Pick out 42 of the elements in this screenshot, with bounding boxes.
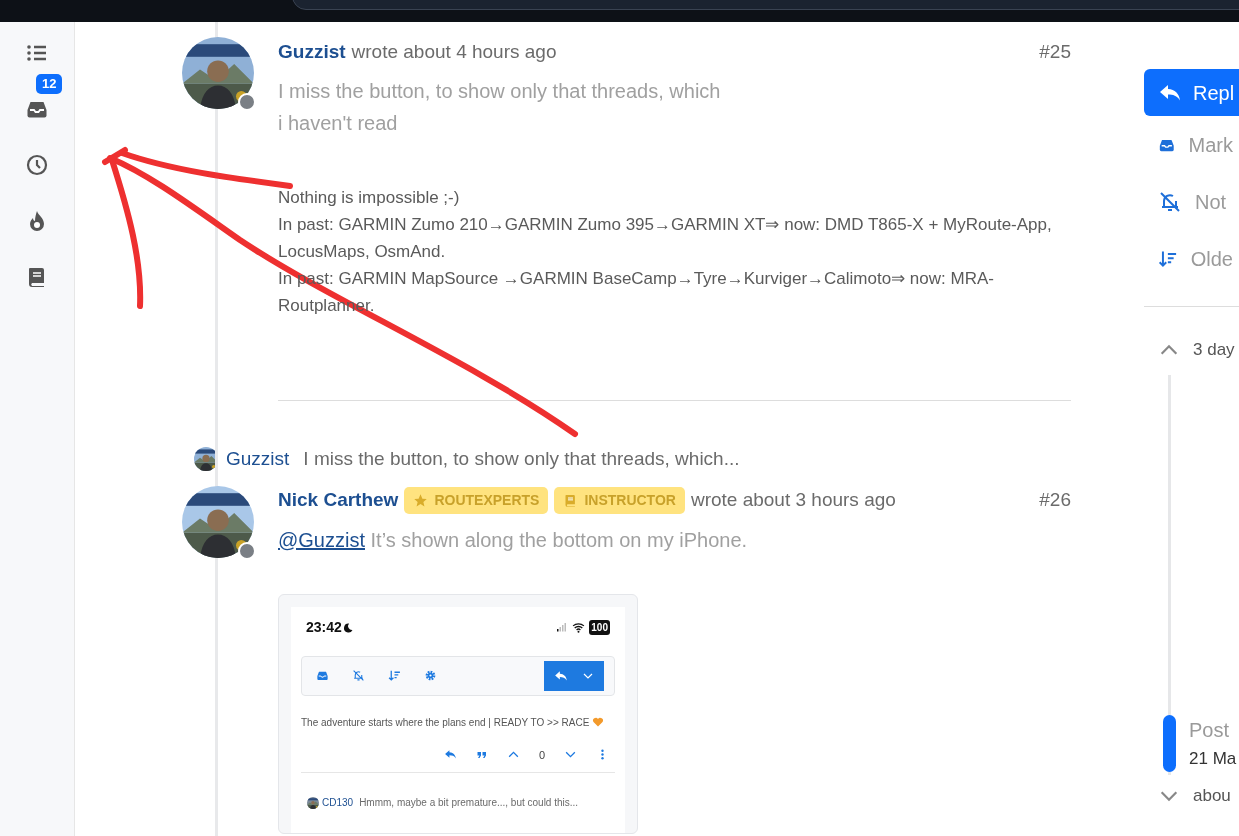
author-link[interactable]: Nick Carthew [278, 486, 399, 515]
scrubber-date: 21 Ma [1189, 747, 1237, 770]
clock-icon[interactable] [25, 153, 49, 177]
group-badge: ROUTEXPERTS [404, 487, 549, 514]
reply-preview-text: Hmmm, maybe a bit premature..., but could this... [359, 796, 579, 810]
moon-icon [341, 621, 354, 634]
signature-line: Nothing is impossible ;-) [278, 187, 461, 209]
star-icon [413, 493, 429, 508]
vote-count: 0 [538, 747, 545, 763]
heart-icon [592, 716, 605, 728]
post-meta: wrote about 4 hours ago [351, 39, 557, 64]
action-button[interactable]: Mark [1144, 116, 1239, 173]
signature-line: In past: GARMIN Zumo 210→GARMIN Zumo 395→GARMIN XT⇒ now: DMD T865-X + MyRoute-App, LocusMaps, OsmAnd. [278, 214, 1053, 263]
author-name: CD130 [322, 796, 354, 810]
bell-slash-icon [1158, 189, 1182, 214]
mention-link[interactable]: @Guzzist [278, 528, 365, 551]
post-number-link[interactable]: #25 [1039, 37, 1071, 67]
timeline-end: abou [1193, 785, 1231, 808]
inbox-icon [316, 669, 329, 682]
signature-text: The adventure starts where the plans end | READY TO >> RACE [301, 715, 590, 730]
gear-icon [424, 669, 437, 682]
author-link[interactable]: Guzzist [278, 37, 346, 67]
battery-level: 100 [589, 619, 610, 635]
wifi-icon [572, 620, 586, 634]
time-text: 23:42 [306, 618, 342, 635]
timeline-start: 3 day [1193, 339, 1235, 362]
bell-slash-icon [352, 669, 365, 682]
reply-preview-text[interactable]: I miss the button, to show only that threads, which... [303, 445, 740, 474]
scrubber-handle[interactable] [1163, 714, 1176, 772]
action-button[interactable]: Olde [1144, 230, 1239, 287]
sort-icon [388, 669, 401, 682]
post-text: @Guzzist It’s shown along the bottom on my iPhone. [278, 527, 749, 553]
group-badge: INSTRUCTOR [554, 487, 685, 514]
post-number-link[interactable]: #26 [1039, 486, 1071, 515]
reply-button[interactable]: Repl [1144, 69, 1239, 116]
scrubber-label: Post [1189, 717, 1230, 743]
signal-icon [556, 621, 569, 633]
action-button[interactable]: Not [1144, 173, 1239, 230]
author-link[interactable]: Guzzist [226, 445, 290, 474]
post-meta: wrote about 3 hours ago [690, 488, 896, 513]
post-text: I miss the button, to show only that threads, which i haven't read [278, 79, 722, 136]
unread-badge: 12 [36, 74, 63, 95]
